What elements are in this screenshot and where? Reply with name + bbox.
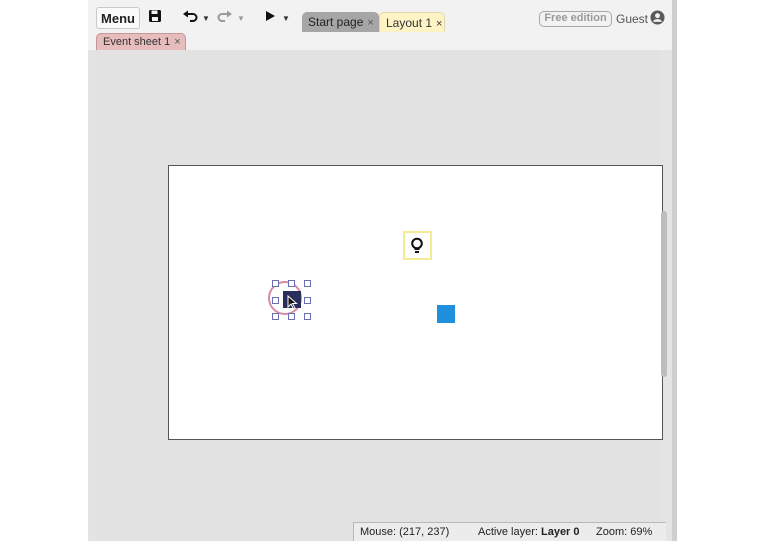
undo-icon[interactable] bbox=[182, 9, 198, 27]
user-label[interactable]: Guest bbox=[616, 11, 648, 27]
save-icon[interactable] bbox=[148, 9, 162, 27]
active-layer-label: Active layer: bbox=[478, 526, 538, 538]
user-circle-icon[interactable] bbox=[650, 10, 665, 25]
status-bar: Mouse: (217, 237) Active layer: Layer 0 … bbox=[353, 522, 666, 541]
mouse-cursor-icon bbox=[287, 295, 298, 310]
tab-label: Layout 1 bbox=[386, 16, 433, 30]
resize-handle[interactable] bbox=[304, 313, 311, 320]
tab-label: Event sheet 1 bbox=[103, 36, 171, 48]
active-layer-value: Layer 0 bbox=[540, 526, 580, 538]
close-icon[interactable]: × bbox=[174, 36, 180, 48]
undo-dropdown-icon[interactable]: ▼ bbox=[202, 10, 210, 28]
blue-square[interactable] bbox=[437, 305, 455, 323]
resize-handle[interactable] bbox=[272, 280, 279, 287]
tab-label: Start page bbox=[308, 15, 364, 29]
play-dropdown-icon[interactable]: ▼ bbox=[282, 10, 290, 28]
construct-editor-window: Menu ▼ ▼ ▼ Start page × Layout 1 × Free … bbox=[88, 0, 677, 541]
play-icon[interactable] bbox=[264, 9, 276, 27]
lightbulb-object[interactable] bbox=[403, 231, 432, 260]
resize-handle[interactable] bbox=[304, 297, 311, 304]
redo-icon[interactable] bbox=[217, 9, 233, 27]
tab-start-page[interactable]: Start page × bbox=[302, 12, 379, 32]
resize-handle[interactable] bbox=[304, 280, 311, 287]
resize-handle[interactable] bbox=[288, 280, 295, 287]
tab-layout-1[interactable]: Layout 1 × bbox=[379, 12, 445, 32]
resize-handle[interactable] bbox=[272, 313, 279, 320]
zoom-level: Zoom: 69% bbox=[596, 526, 653, 538]
close-icon[interactable]: × bbox=[367, 17, 373, 29]
resize-handle[interactable] bbox=[288, 313, 295, 320]
resize-handle[interactable] bbox=[272, 297, 279, 304]
close-icon[interactable]: × bbox=[436, 18, 442, 30]
active-layer[interactable]: Active layer: Layer 0 bbox=[478, 523, 580, 541]
redo-dropdown-icon[interactable]: ▼ bbox=[237, 10, 245, 28]
window-right-edge bbox=[672, 0, 677, 541]
menu-button[interactable]: Menu bbox=[96, 7, 140, 29]
mouse-position: Mouse: (217, 237) bbox=[360, 526, 450, 538]
layout-area[interactable] bbox=[168, 165, 663, 440]
layout-view[interactable] bbox=[95, 50, 663, 541]
vertical-scrollbar[interactable] bbox=[661, 211, 667, 377]
tab-event-sheet-1[interactable]: Event sheet 1 × bbox=[96, 33, 186, 51]
main-toolbar: Menu ▼ ▼ ▼ Start page × Layout 1 × Free … bbox=[88, 0, 677, 36]
edition-badge[interactable]: Free edition bbox=[539, 11, 612, 27]
lightbulb-icon bbox=[411, 237, 423, 253]
